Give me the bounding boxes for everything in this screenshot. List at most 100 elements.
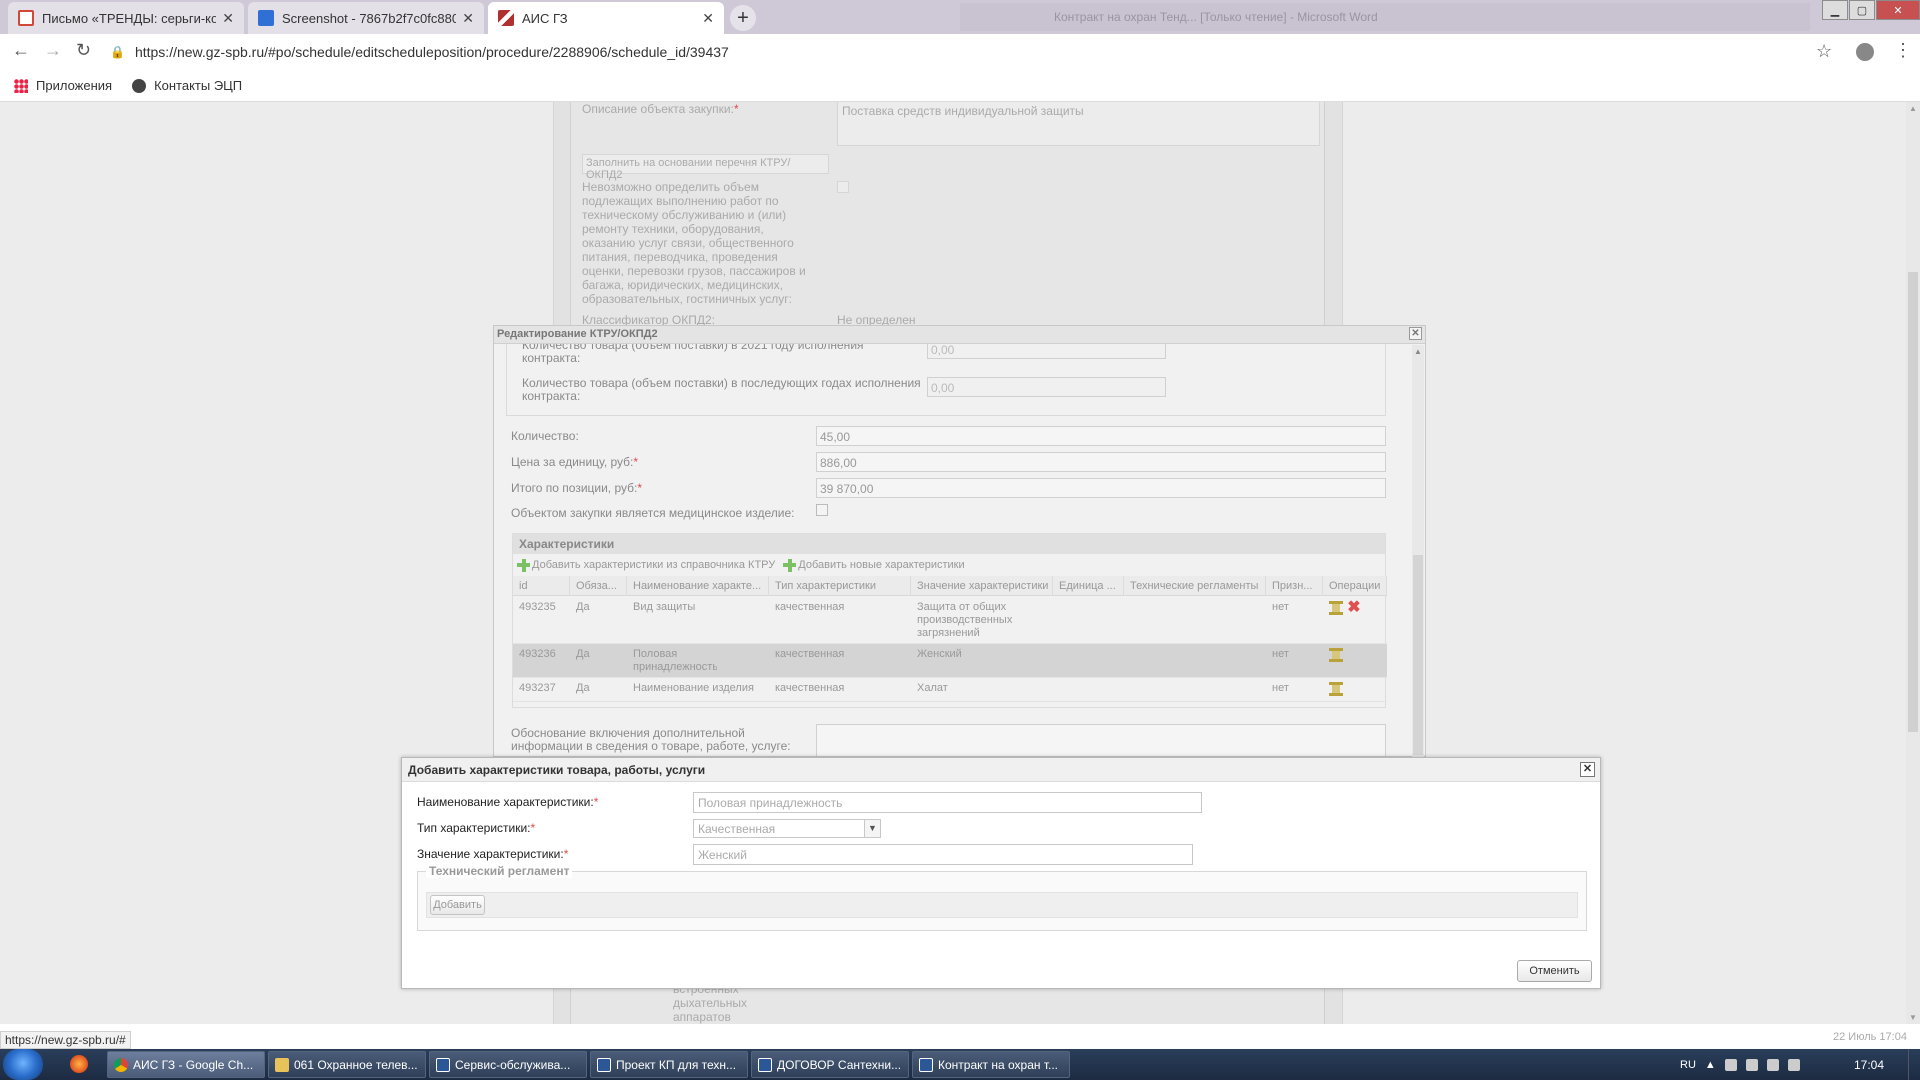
maximize-icon[interactable]: ▢	[1849, 0, 1875, 20]
cell-sign: нет	[1272, 648, 1289, 660]
taskbar-clock[interactable]: 17:04	[1854, 1058, 1884, 1072]
profile-avatar-icon[interactable]	[1856, 43, 1874, 61]
reload-icon[interactable]: ↻	[76, 40, 91, 61]
cell-value: Женский	[917, 648, 962, 660]
column-header-required[interactable]: Обяза...	[570, 576, 627, 596]
firefox-icon[interactable]	[70, 1055, 88, 1073]
bookmark-apps[interactable]: Приложения	[14, 78, 112, 93]
scroll-down-icon[interactable]: ▼	[1909, 1013, 1917, 1022]
windows-taskbar: АИС ГЗ - Google Ch... 061 Охранное телев…	[0, 1049, 1920, 1080]
column-header-regulations[interactable]: Технические регламенты	[1124, 576, 1266, 596]
cancel-button[interactable]: Отменить	[1517, 960, 1592, 982]
tab-close-icon[interactable]: ✕	[222, 10, 234, 27]
tray-app-icon[interactable]	[1745, 1058, 1758, 1071]
qty-later-label: Количество товара (объем поставки) в пос…	[522, 376, 921, 403]
table-row[interactable]: 493237 Да Наименование изделия качествен…	[513, 678, 1387, 702]
language-indicator[interactable]: RU	[1680, 1059, 1696, 1071]
add-new-label: Добавить новые характеристики	[798, 559, 965, 571]
table-row[interactable]: 493235 Да Вид защиты качественная Защита…	[513, 597, 1387, 644]
scrollbar-thumb[interactable]	[1413, 555, 1423, 755]
tray-expand-icon[interactable]: ▲	[1705, 1059, 1716, 1071]
add-regulation-button[interactable]: Добавить	[430, 895, 485, 915]
column-header-name[interactable]: Наименование характе...	[627, 576, 769, 596]
char-name-input[interactable]: Половая принадлежность	[693, 792, 1202, 813]
browser-tab-screenshot[interactable]: Screenshot - 7867b2f7c0fc880fed ✕	[248, 2, 484, 34]
edit-icon[interactable]	[1329, 601, 1343, 615]
dialog-header: Редактирование КТРУ/ОКПД2 ✕	[494, 326, 1425, 344]
bookmark-label: Приложения	[36, 78, 113, 93]
table-row[interactable]: 493236 Да Половая принадлежность качеств…	[513, 644, 1387, 678]
cell-required: Да	[576, 682, 590, 694]
tech-regulation-fieldset: Технический регламент Добавить	[417, 864, 1587, 931]
page-scrollbar[interactable]: ▲ ▼	[1906, 102, 1920, 1024]
column-header-value[interactable]: Значение характеристики	[911, 576, 1053, 596]
char-type-select[interactable]: Качественная ▼	[693, 819, 881, 838]
close-window-icon[interactable]: ✕	[1876, 0, 1920, 20]
taskbar-item-folder[interactable]: 061 Охранное телев...	[268, 1051, 426, 1078]
unit-price-input[interactable]: 886,00	[816, 452, 1386, 472]
edit-icon[interactable]	[1329, 648, 1343, 662]
cell-required: Да	[576, 601, 590, 613]
edit-ktru-dialog: Редактирование КТРУ/ОКПД2 ✕ Количество т…	[493, 325, 1426, 757]
browser-toolbar: ← → ↻ 🔒 https://new.gz-spb.ru/#po/schedu…	[0, 34, 1920, 70]
tab-close-icon[interactable]: ✕	[702, 10, 714, 27]
char-value-input[interactable]: Женский	[693, 844, 1193, 865]
back-arrow-icon[interactable]: ←	[12, 40, 30, 61]
cell-id: 493235	[519, 601, 556, 613]
network-icon[interactable]	[1766, 1058, 1779, 1071]
taskbar-item-word-2[interactable]: Проект КП для техн...	[590, 1051, 748, 1078]
edit-icon[interactable]	[1329, 682, 1343, 696]
new-tab-button[interactable]: +	[730, 5, 756, 31]
description-field[interactable]: Поставка средств индивидуальной защиты	[837, 102, 1320, 146]
cell-value: Халат	[917, 682, 948, 694]
qty-2021-input[interactable]: 0,00	[927, 344, 1166, 359]
quantity-input[interactable]: 45,00	[816, 426, 1386, 446]
column-header-sign[interactable]: Призн...	[1266, 576, 1323, 596]
total-input[interactable]: 39 870,00	[816, 478, 1386, 498]
taskbar-item-word-3[interactable]: ДОГОВОР Сантехни...	[751, 1051, 909, 1078]
column-header-type[interactable]: Тип характеристики	[769, 576, 911, 596]
dialog-title: Добавить характеристики товара, работы, …	[408, 763, 706, 777]
taskbar-item-chrome[interactable]: АИС ГЗ - Google Ch...	[107, 1051, 265, 1078]
fill-from-ktru-button[interactable]: Заполнить на основании перечня КТРУ/ОКПД…	[582, 154, 829, 181]
cannot-determine-checkbox[interactable]	[837, 181, 849, 193]
cell-name: Наименование изделия	[633, 682, 754, 694]
address-bar[interactable]: 🔒 https://new.gz-spb.ru/#po/schedule/edi…	[110, 39, 1810, 65]
forward-arrow-icon[interactable]: →	[44, 40, 62, 61]
column-header-operations[interactable]: Операции	[1323, 576, 1387, 596]
volume-icon[interactable]	[1787, 1058, 1800, 1071]
column-header-id[interactable]: id	[513, 576, 570, 596]
plus-icon	[517, 558, 530, 572]
scroll-up-icon[interactable]: ▲	[1909, 104, 1917, 113]
bookmark-ecp-contacts[interactable]: Контакты ЭЦП	[132, 78, 242, 93]
windows-start-icon[interactable]	[3, 1049, 43, 1080]
qty-later-input[interactable]: 0,00	[927, 377, 1166, 397]
bookmark-star-icon[interactable]: ☆	[1816, 41, 1832, 62]
close-icon[interactable]: ✕	[1409, 327, 1422, 340]
dialog-scrollbar[interactable]: ▲	[1412, 345, 1424, 757]
taskbar-item-label: 061 Охранное телев...	[294, 1057, 418, 1072]
window-controls: ▁ ▢ ✕	[1821, 0, 1920, 20]
browser-menu-icon[interactable]: ⋮	[1894, 40, 1912, 61]
chevron-down-icon[interactable]: ▼	[864, 820, 880, 837]
close-icon[interactable]: ✕	[1580, 762, 1595, 777]
scrollbar-thumb[interactable]	[1908, 272, 1918, 732]
minimize-icon[interactable]: ▁	[1822, 0, 1848, 20]
tech-regulation-toolbar	[426, 892, 1578, 918]
browser-tab-strip: Письмо «ТРЕНДЫ: серьги-кольца» ✕ Screens…	[0, 0, 1920, 34]
browser-tab-gmail[interactable]: Письмо «ТРЕНДЫ: серьги-кольца» ✕	[8, 2, 244, 34]
show-desktop-button[interactable]	[1908, 1049, 1920, 1080]
tab-close-icon[interactable]: ✕	[462, 10, 474, 27]
taskbar-item-word-1[interactable]: Сервис-обслужива...	[429, 1051, 587, 1078]
scroll-up-icon[interactable]: ▲	[1414, 347, 1422, 356]
medical-device-checkbox[interactable]	[816, 504, 828, 516]
justification-textarea[interactable]	[816, 724, 1386, 756]
add-from-ktru-button[interactable]: Добавить характеристики из справочника К…	[517, 558, 775, 572]
bookmark-label: Контакты ЭЦП	[154, 78, 243, 93]
column-header-unit[interactable]: Единица ...	[1053, 576, 1124, 596]
taskbar-item-word-4[interactable]: Контракт на охран т...	[912, 1051, 1070, 1078]
tray-app-icon[interactable]	[1724, 1058, 1737, 1071]
browser-tab-ais[interactable]: АИС ГЗ ✕	[488, 2, 724, 34]
add-new-characteristics-button[interactable]: Добавить новые характеристики	[783, 558, 965, 572]
delete-icon[interactable]: ✖	[1347, 600, 1361, 616]
